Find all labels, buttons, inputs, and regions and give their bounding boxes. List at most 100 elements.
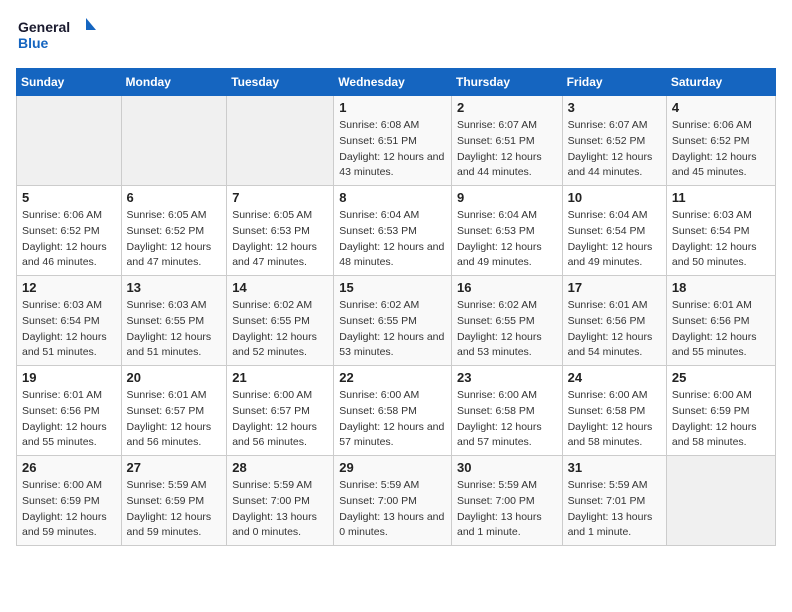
day-cell: 11Sunrise: 6:03 AMSunset: 6:54 PMDayligh… <box>666 186 775 276</box>
header-row: SundayMondayTuesdayWednesdayThursdayFrid… <box>17 69 776 96</box>
sunrise-text: Sunrise: 5:59 AM <box>232 478 328 494</box>
sunset-text: Sunset: 6:57 PM <box>232 404 328 420</box>
day-number: 3 <box>568 100 661 115</box>
column-header-tuesday: Tuesday <box>227 69 334 96</box>
column-header-wednesday: Wednesday <box>334 69 452 96</box>
daylight-text: Daylight: 12 hours and 53 minutes. <box>339 330 446 362</box>
sunrise-text: Sunrise: 6:03 AM <box>672 208 770 224</box>
sunset-text: Sunset: 7:01 PM <box>568 494 661 510</box>
sunset-text: Sunset: 6:52 PM <box>127 224 222 240</box>
day-info: Sunrise: 6:02 AMSunset: 6:55 PMDaylight:… <box>232 298 328 361</box>
daylight-text: Daylight: 12 hours and 50 minutes. <box>672 240 770 272</box>
sunrise-text: Sunrise: 6:07 AM <box>568 118 661 134</box>
day-number: 20 <box>127 370 222 385</box>
day-cell: 13Sunrise: 6:03 AMSunset: 6:55 PMDayligh… <box>121 276 227 366</box>
day-cell: 25Sunrise: 6:00 AMSunset: 6:59 PMDayligh… <box>666 366 775 456</box>
day-info: Sunrise: 6:06 AMSunset: 6:52 PMDaylight:… <box>22 208 116 271</box>
day-cell: 20 Sunrise: 6:01 AMSunset: 6:57 PMDayligh… <box>121 366 227 456</box>
day-info: Sunrise: 6:07 AMSunset: 6:52 PMDaylight:… <box>568 118 661 181</box>
sunrise-text: Sunrise: 6:00 AM <box>568 388 661 404</box>
day-cell: 21Sunrise: 6:00 AMSunset: 6:57 PMDayligh… <box>227 366 334 456</box>
sunset-text: Sunset: 6:52 PM <box>672 134 770 150</box>
day-number: 31 <box>568 460 661 475</box>
day-number: 4 <box>672 100 770 115</box>
day-cell: 28 Sunrise: 5:59 AMSunset: 7:00 PMDayligh… <box>227 456 334 546</box>
daylight-text: Daylight: 12 hours and 55 minutes. <box>672 330 770 362</box>
week-row-5: 26Sunrise: 6:00 AMSunset: 6:59 PMDayligh… <box>17 456 776 546</box>
sunrise-text: Sunrise: 6:07 AM <box>457 118 557 134</box>
sunrise-text: Sunrise: 6:00 AM <box>457 388 557 404</box>
sunrise-text: Sunrise: 6:08 AM <box>339 118 446 134</box>
sunrise-text: Sunrise: 6:04 AM <box>339 208 446 224</box>
header: General Blue <box>16 16 776 56</box>
day-number: 9 <box>457 190 557 205</box>
day-cell: 29Sunrise: 5:59 AMSunset: 7:00 PMDayligh… <box>334 456 452 546</box>
day-cell: 12Sunrise: 6:03 AMSunset: 6:54 PMDayligh… <box>17 276 122 366</box>
daylight-text: Daylight: 12 hours and 53 minutes. <box>457 330 557 362</box>
day-cell: 26Sunrise: 6:00 AMSunset: 6:59 PMDayligh… <box>17 456 122 546</box>
sunset-text: Sunset: 6:55 PM <box>232 314 328 330</box>
day-number: 21 <box>232 370 328 385</box>
week-row-2: 5Sunrise: 6:06 AMSunset: 6:52 PMDaylight… <box>17 186 776 276</box>
day-cell: 9Sunrise: 6:04 AMSunset: 6:53 PMDaylight… <box>451 186 562 276</box>
sunrise-text: Sunrise: 6:06 AM <box>22 208 116 224</box>
day-cell: 5 Sunrise: 6:06 AMSunset: 6:52 PMDaylight… <box>17 186 122 276</box>
day-number: 6 <box>127 190 222 205</box>
day-cell: 3 Sunrise: 6:07 AMSunset: 6:52 PMDaylight… <box>562 96 666 186</box>
column-header-friday: Friday <box>562 69 666 96</box>
day-info: Sunrise: 5:59 AMSunset: 6:59 PMDaylight:… <box>127 478 222 541</box>
day-info: Sunrise: 6:01 AMSunset: 6:57 PMDaylight:… <box>127 388 222 451</box>
column-header-saturday: Saturday <box>666 69 775 96</box>
daylight-text: Daylight: 12 hours and 58 minutes. <box>672 420 770 452</box>
day-number: 2 <box>457 100 557 115</box>
day-cell <box>17 96 122 186</box>
daylight-text: Daylight: 13 hours and 0 minutes. <box>232 510 328 542</box>
sunrise-text: Sunrise: 6:05 AM <box>127 208 222 224</box>
day-info: Sunrise: 6:00 AMSunset: 6:58 PMDaylight:… <box>568 388 661 451</box>
day-info: Sunrise: 6:01 AMSunset: 6:56 PMDaylight:… <box>568 298 661 361</box>
daylight-text: Daylight: 12 hours and 59 minutes. <box>127 510 222 542</box>
day-info: Sunrise: 6:00 AMSunset: 6:58 PMDaylight:… <box>457 388 557 451</box>
day-number: 28 <box>232 460 328 475</box>
day-info: Sunrise: 6:04 AMSunset: 6:54 PMDaylight:… <box>568 208 661 271</box>
day-cell: 8Sunrise: 6:04 AMSunset: 6:53 PMDaylight… <box>334 186 452 276</box>
sunrise-text: Sunrise: 6:01 AM <box>568 298 661 314</box>
sunset-text: Sunset: 6:54 PM <box>568 224 661 240</box>
daylight-text: Daylight: 12 hours and 51 minutes. <box>127 330 222 362</box>
sunset-text: Sunset: 7:00 PM <box>457 494 557 510</box>
day-info: Sunrise: 6:01 AMSunset: 6:56 PMDaylight:… <box>672 298 770 361</box>
daylight-text: Daylight: 13 hours and 1 minute. <box>457 510 557 542</box>
sunset-text: Sunset: 6:58 PM <box>339 404 446 420</box>
daylight-text: Daylight: 12 hours and 44 minutes. <box>457 150 557 182</box>
day-number: 26 <box>22 460 116 475</box>
day-info: Sunrise: 5:59 AMSunset: 7:00 PMDaylight:… <box>232 478 328 541</box>
sunset-text: Sunset: 6:52 PM <box>22 224 116 240</box>
sunset-text: Sunset: 7:00 PM <box>339 494 446 510</box>
day-cell: 18Sunrise: 6:01 AMSunset: 6:56 PMDayligh… <box>666 276 775 366</box>
day-cell: 10Sunrise: 6:04 AMSunset: 6:54 PMDayligh… <box>562 186 666 276</box>
sunset-text: Sunset: 6:51 PM <box>339 134 446 150</box>
column-header-thursday: Thursday <box>451 69 562 96</box>
week-row-3: 12Sunrise: 6:03 AMSunset: 6:54 PMDayligh… <box>17 276 776 366</box>
day-info: Sunrise: 5:59 AMSunset: 7:01 PMDaylight:… <box>568 478 661 541</box>
sunset-text: Sunset: 6:59 PM <box>127 494 222 510</box>
day-info: Sunrise: 5:59 AMSunset: 7:00 PMDaylight:… <box>457 478 557 541</box>
sunset-text: Sunset: 7:00 PM <box>232 494 328 510</box>
calendar-table: SundayMondayTuesdayWednesdayThursdayFrid… <box>16 68 776 546</box>
daylight-text: Daylight: 12 hours and 47 minutes. <box>127 240 222 272</box>
day-number: 1 <box>339 100 446 115</box>
sunrise-text: Sunrise: 6:01 AM <box>672 298 770 314</box>
day-cell: 14Sunrise: 6:02 AMSunset: 6:55 PMDayligh… <box>227 276 334 366</box>
daylight-text: Daylight: 12 hours and 56 minutes. <box>127 420 222 452</box>
sunset-text: Sunset: 6:58 PM <box>457 404 557 420</box>
sunrise-text: Sunrise: 6:04 AM <box>568 208 661 224</box>
day-info: Sunrise: 6:02 AMSunset: 6:55 PMDaylight:… <box>339 298 446 361</box>
day-number: 5 <box>22 190 116 205</box>
week-row-1: 1 Sunrise: 6:08 AMSunset: 6:51 PM Daylight… <box>17 96 776 186</box>
sunrise-text: Sunrise: 6:02 AM <box>457 298 557 314</box>
daylight-text: Daylight: 12 hours and 54 minutes. <box>568 330 661 362</box>
day-cell <box>121 96 227 186</box>
day-info: Sunrise: 6:05 AMSunset: 6:53 PMDaylight:… <box>232 208 328 271</box>
sunset-text: Sunset: 6:53 PM <box>457 224 557 240</box>
sunset-text: Sunset: 6:56 PM <box>22 404 116 420</box>
